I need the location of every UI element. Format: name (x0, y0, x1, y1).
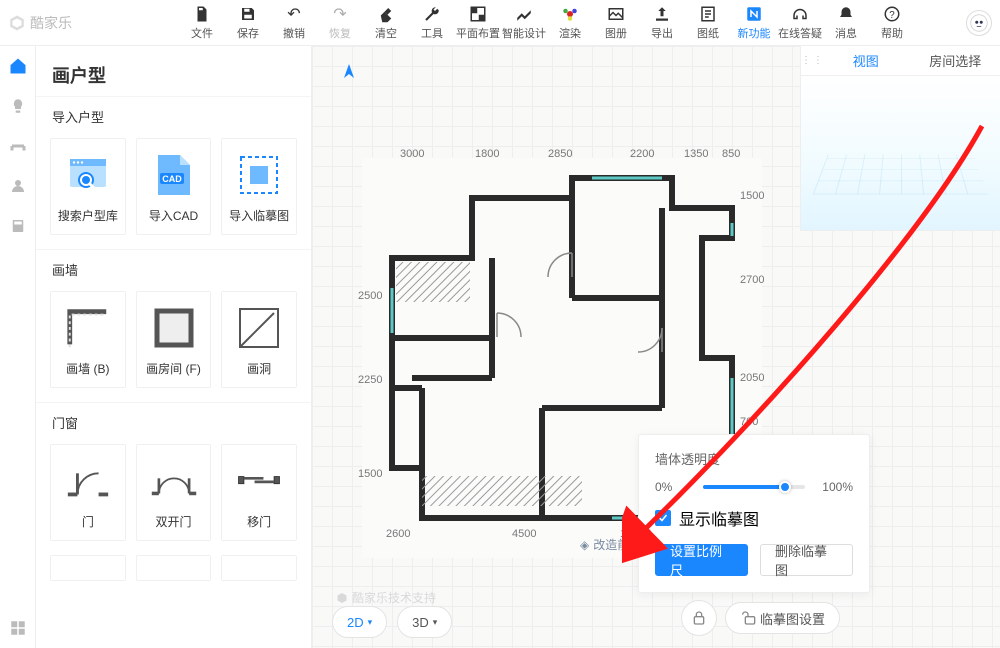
toolbar: 文件 保存 ↶撤销 ↷恢复 清空 工具 平面布置 智能设计 渲染 图册 导出 图… (182, 5, 966, 41)
toolbar-new[interactable]: 新功能 (734, 5, 774, 41)
toolbar-redo[interactable]: ↷恢复 (320, 5, 360, 41)
lock-open-icon (740, 610, 756, 626)
view-3d-preview[interactable] (801, 76, 1000, 230)
toolbar-album[interactable]: 图册 (596, 5, 636, 41)
drag-handle-icon[interactable]: ⋮⋮ (801, 55, 821, 66)
toolbar-clear[interactable]: 清空 (366, 5, 406, 41)
rail-grid-icon[interactable] (8, 618, 28, 638)
left-panel: 画户型 导入户型 搜索户型库 CAD 导入CAD 导入临摹图 (36, 46, 312, 648)
card-search-plans[interactable]: 搜索户型库 (50, 138, 126, 235)
card-import-cad[interactable]: CAD 导入CAD (136, 138, 212, 235)
toolbar-msg[interactable]: 消息 (826, 5, 866, 41)
svg-text:?: ? (889, 9, 895, 20)
browser-search-icon (64, 151, 112, 199)
rail (0, 46, 36, 648)
logo-icon (8, 14, 26, 32)
lock-icon (691, 610, 707, 626)
card-import-tracing[interactable]: 导入临摹图 (221, 138, 297, 235)
rail-sofa-icon[interactable] (8, 136, 28, 156)
rail-user-icon[interactable] (8, 176, 28, 196)
toolbar-qa[interactable]: 在线答疑 (780, 5, 820, 41)
card-door[interactable]: 门 (50, 444, 126, 541)
delete-tracing-button[interactable]: 删除临摹图 (760, 544, 853, 576)
checkbox-checked-icon (655, 510, 671, 526)
card-double-door[interactable]: 双开门 (136, 444, 212, 541)
card-slide-door[interactable]: 移门 (221, 444, 297, 541)
topbar: 酷家乐 文件 保存 ↶撤销 ↷恢复 清空 工具 平面布置 智能设计 渲染 图册 … (0, 0, 1000, 46)
toolbar-smart[interactable]: 智能设计 (504, 5, 544, 41)
opacity-min: 0% (655, 480, 695, 494)
svg-text:CAD: CAD (162, 174, 182, 184)
rail-appliance-icon[interactable] (8, 216, 28, 236)
card-draw-wall[interactable]: 画墙 (B) (50, 291, 126, 388)
toolbar-file[interactable]: 文件 (182, 5, 222, 41)
section-door-title: 门窗 (36, 402, 311, 440)
view-tab-view[interactable]: 视图 (821, 51, 911, 70)
set-scale-button[interactable]: 设置比例尺 (655, 544, 748, 576)
section-import-title: 导入户型 (36, 96, 311, 134)
tracing-icon (235, 151, 283, 199)
card-draw-hole[interactable]: 画洞 (221, 291, 297, 388)
mode-3d[interactable]: 3D▾ (397, 606, 452, 638)
toolbar-help[interactable]: ?帮助 (872, 5, 912, 41)
tracing-popover: 墙体透明度 0% 100% 显示临摹图 设置比例尺 删除临摹图 (638, 434, 870, 593)
show-tracing-label: 显示临摹图 (679, 506, 759, 530)
chevron-down-icon: ▾ (433, 617, 438, 628)
card-placeholder-1[interactable] (50, 555, 126, 581)
assistant-avatar-icon[interactable] (966, 10, 992, 36)
mode-2d[interactable]: 2D▾ (332, 606, 387, 638)
north-icon (342, 64, 356, 86)
cad-file-icon: CAD (150, 151, 198, 199)
panel-title: 画户型 (36, 46, 311, 96)
view-tab-room[interactable]: 房间选择 (911, 51, 1000, 70)
section-wall-title: 画墙 (36, 249, 311, 287)
card-draw-room[interactable]: 画房间 (F) (136, 291, 212, 388)
topbar-right (966, 10, 992, 36)
chevron-down-icon: ▾ (368, 617, 373, 628)
show-tracing-checkbox[interactable]: 显示临摹图 (655, 506, 853, 530)
rail-house-icon[interactable] (8, 56, 28, 76)
opacity-value: 100% (813, 480, 853, 494)
toolbar-tools[interactable]: 工具 (412, 5, 452, 41)
logo: 酷家乐 (8, 13, 72, 33)
watermark: 酷家乐技术支持 (336, 589, 436, 606)
rail-idea-icon[interactable] (8, 96, 28, 116)
canvas-bottom-right: 临摹图设置 (681, 600, 840, 636)
toolbar-plan[interactable]: 平面布置 (458, 5, 498, 41)
opacity-slider[interactable] (703, 485, 805, 489)
app-name: 酷家乐 (30, 13, 72, 33)
dim-top: 3000 (400, 148, 424, 160)
toolbar-save[interactable]: 保存 (228, 5, 268, 41)
toolbar-render[interactable]: 渲染 (550, 5, 590, 41)
tracing-settings-button[interactable]: 临摹图设置 (725, 602, 840, 634)
canvas[interactable]: 3000 1800 2850 2200 1350 850 1500 2700 2… (312, 46, 1000, 648)
toolbar-drawing[interactable]: 图纸 (688, 5, 728, 41)
lock-button[interactable] (681, 600, 717, 636)
card-placeholder-3[interactable] (221, 555, 297, 581)
mode-bar: 2D▾ 3D▾ (332, 606, 452, 638)
opacity-label: 墙体透明度 (655, 449, 727, 468)
card-placeholder-2[interactable] (136, 555, 212, 581)
view-panel: ⋮⋮ 视图 房间选择 (800, 46, 1000, 231)
toolbar-export[interactable]: 导出 (642, 5, 682, 41)
toolbar-undo[interactable]: ↶撤销 (274, 5, 314, 41)
